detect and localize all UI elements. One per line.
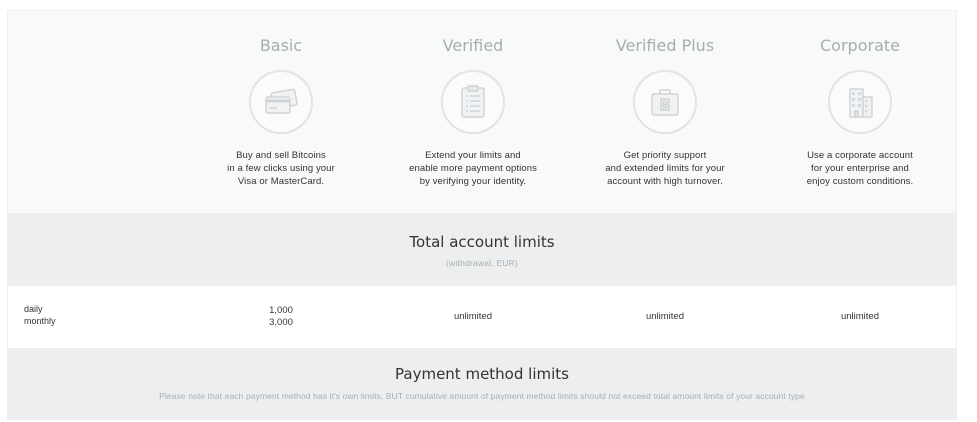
account-limits-header: Total account limits (withdrawal, EUR)	[8, 213, 956, 286]
section-title: Payment method limits	[395, 365, 569, 383]
row-label-daily: daily	[24, 304, 43, 314]
svg-text:B: B	[662, 101, 668, 110]
office-building-icon	[828, 70, 892, 134]
pricing-table: Basic Buy and sell Bitcoins in a few cli…	[7, 10, 957, 420]
plan-title: Corporate	[820, 36, 900, 55]
row-labels: daily monthly	[24, 303, 56, 327]
plan-basic: Basic Buy and sell Bitcoins in a few cli…	[186, 11, 376, 188]
limit-verified: unlimited	[453, 311, 493, 322]
plan-description: Extend your limits and enable more payme…	[409, 150, 537, 187]
briefcase-bitcoin-icon: B	[633, 70, 697, 134]
plan-description: Get priority support and extended limits…	[605, 150, 725, 187]
plan-title: Basic	[259, 36, 303, 55]
limit-basic-daily: 1,000	[269, 305, 293, 316]
payment-limits-header: Payment method limits Please note that e…	[8, 348, 956, 420]
plan-description: Buy and sell Bitcoins in a few clicks us…	[227, 150, 335, 187]
limit-corporate: unlimited	[840, 311, 880, 322]
credit-cards-icon	[249, 70, 313, 134]
plan-description: Use a corporate account for your enterpr…	[806, 150, 914, 187]
limit-verified-plus: unlimited	[645, 311, 685, 322]
payment-limits-note: Please note that each payment method has…	[159, 391, 805, 401]
plan-title: Verified	[442, 36, 504, 55]
section-subtitle: (withdrawal, EUR)	[446, 258, 518, 268]
plan-title: Verified Plus	[615, 36, 715, 55]
section-title: Total account limits	[409, 233, 555, 251]
row-label-monthly: monthly	[24, 316, 56, 326]
limit-basic: 1,000 3,000	[186, 286, 376, 348]
clipboard-icon	[441, 70, 505, 134]
limits-row: daily monthly 1,000 3,000 unlimited unli…	[8, 286, 956, 348]
plan-corporate: Corporate Use a corporate account for yo…	[765, 11, 955, 188]
plan-verified-plus: Verified Plus B Get priority support and…	[570, 11, 760, 188]
plan-verified: Verified Extend your limits and enable m…	[378, 11, 568, 188]
plans-header: Basic Buy and sell Bitcoins in a few cli…	[8, 11, 956, 213]
limit-basic-monthly: 3,000	[269, 317, 293, 328]
